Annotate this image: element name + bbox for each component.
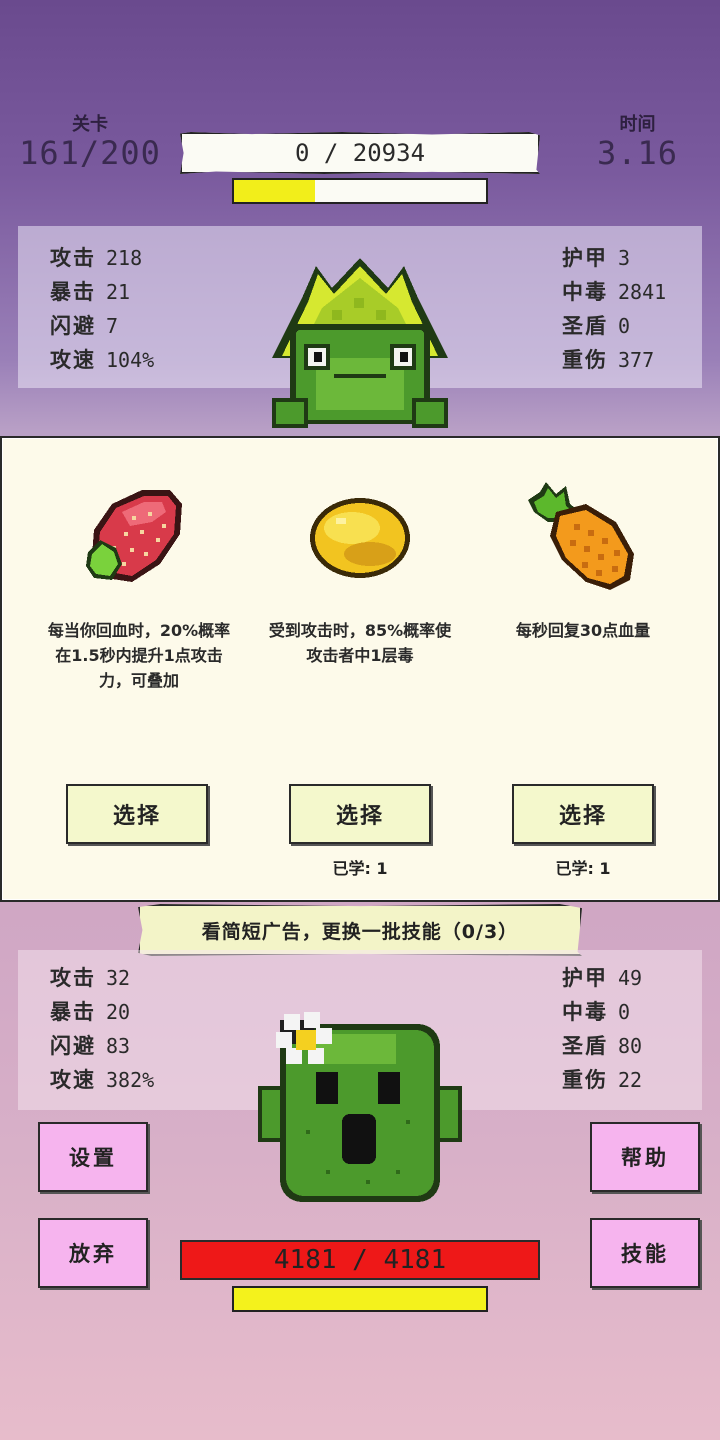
stat-value: 218 [106,246,143,270]
stat-value: 104% [106,348,155,372]
stat-row: 攻击 32 [50,962,154,996]
learned-count-lemon: 已学: 1 [332,859,388,878]
lemon-icon [308,496,412,580]
player-energy-bar [232,1286,488,1312]
stat-name: 闪避 [50,314,96,338]
stat-name: 护甲 [562,966,608,990]
stat-value: 377 [618,348,655,372]
stat-name: 暴击 [50,1000,96,1024]
stat-value: 3 [618,246,631,270]
stat-value: 2841 [618,280,667,304]
stat-name: 圣盾 [562,1034,608,1058]
enemy-stats-right: 护甲 3 中毒 2841 圣盾 0 重伤 377 [562,242,666,378]
stat-value: 382% [106,1068,155,1092]
player-stats-right: 护甲 49 中毒 0 圣盾 80 重伤 22 [562,962,642,1098]
time-value: 3.16 [596,134,679,172]
enemy-turtle-sprite [262,258,458,440]
stat-value: 32 [106,966,131,990]
enemy-stats-left: 攻击 218 暴击 21 闪避 7 攻速 104% [50,242,154,378]
stat-name: 攻速 [50,1068,96,1092]
select-button-lemon[interactable]: 选择 [289,784,431,844]
stat-value: 49 [618,966,643,990]
stat-row: 中毒 0 [562,996,642,1030]
stat-name: 攻速 [50,348,96,372]
stat-name: 攻击 [50,246,96,270]
settings-button[interactable]: 设置 [38,1122,148,1192]
stat-name: 暴击 [50,280,96,304]
give-up-button[interactable]: 放弃 [38,1218,148,1288]
skills-button[interactable]: 技能 [590,1218,700,1288]
help-button[interactable]: 帮助 [590,1122,700,1192]
stat-row: 重伤 377 [562,344,666,378]
stat-row: 攻速 104% [50,344,154,378]
skill-desc-strawberry: 每当你回血时，20%概率在1.5秒内提升1点攻击力，可叠加 [47,621,231,690]
time-label: 时间 [619,114,656,135]
level-value: 161/200 [19,134,161,172]
stat-row: 重伤 22 [562,1064,642,1098]
stat-name: 重伤 [562,348,608,372]
stat-name: 重伤 [562,1068,608,1092]
stat-row: 闪避 7 [50,310,154,344]
stat-row: 护甲 3 [562,242,666,276]
skill-desc-lemon: 受到攻击时，85%概率使攻击者中1层毒 [268,621,452,665]
stat-value: 21 [106,280,131,304]
enemy-progress-fill [234,180,315,202]
stat-value: 0 [618,1000,631,1024]
player-hp-text: 4181 / 4181 [273,1245,447,1275]
stat-row: 圣盾 80 [562,1030,642,1064]
player-energy-fill [234,1288,486,1310]
stat-value: 7 [106,314,119,338]
stat-row: 暴击 20 [50,996,154,1030]
stat-row: 中毒 2841 [562,276,666,310]
stat-row: 暴击 21 [50,276,154,310]
strawberry-icon [82,486,186,586]
stat-name: 中毒 [562,280,608,304]
stat-value: 83 [106,1034,131,1058]
stat-name: 护甲 [562,246,608,270]
player-stats-left: 攻击 32 暴击 20 闪避 83 攻速 382% [50,962,154,1098]
stat-row: 闪避 83 [50,1030,154,1064]
select-button-pineapple[interactable]: 选择 [512,784,654,844]
enemy-hp-bar: 0 / 20934 [180,132,540,174]
stat-value: 80 [618,1034,643,1058]
stat-name: 闪避 [50,1034,96,1058]
stat-value: 22 [618,1068,643,1092]
select-button-strawberry[interactable]: 选择 [66,784,208,844]
level-label: 关卡 [72,114,108,135]
stat-row: 圣盾 0 [562,310,666,344]
enemy-progress-bar [232,178,488,204]
refresh-skills-ad-button[interactable]: 看简短广告，更换一批技能（0/3） [138,904,582,956]
pineapple-icon [526,482,638,592]
skill-desc-pineapple: 每秒回复30点血量 [515,621,651,640]
stat-name: 圣盾 [562,314,608,338]
stat-value: 0 [618,314,631,338]
stat-row: 护甲 49 [562,962,642,996]
stat-row: 攻速 382% [50,1064,154,1098]
enemy-hp-text: 0 / 20934 [294,139,426,167]
stat-name: 中毒 [562,1000,608,1024]
player-hp-bar: 4181 / 4181 [180,1240,540,1280]
player-cactus-sprite [256,1010,464,1204]
stat-row: 攻击 218 [50,242,154,276]
learned-count-pineapple: 已学: 1 [555,859,611,878]
stat-name: 攻击 [50,966,96,990]
stat-value: 20 [106,1000,131,1024]
